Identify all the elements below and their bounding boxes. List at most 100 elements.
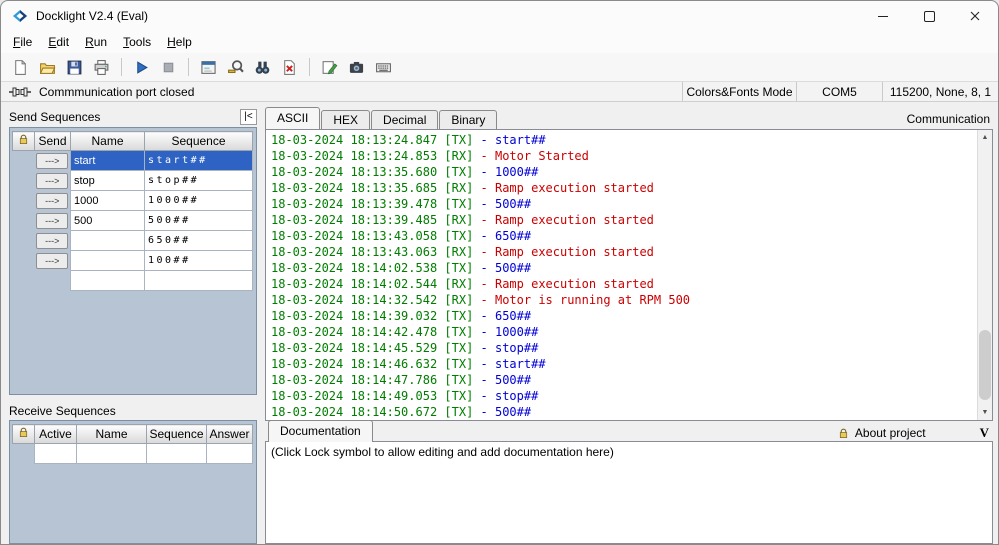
sequence-name-cell[interactable] (71, 251, 145, 271)
close-button[interactable] (952, 1, 998, 31)
minimize-button[interactable] (860, 1, 906, 31)
documentation-tab-row: Documentation About project V (265, 423, 993, 442)
sequence-value-cell[interactable]: stop## (145, 171, 253, 191)
lock-icon[interactable] (838, 428, 849, 439)
new-project-button[interactable] (8, 55, 33, 79)
send-sequence-button[interactable]: ---> (36, 193, 68, 209)
maximize-icon (924, 11, 935, 22)
sequence-name-cell[interactable]: stop (71, 171, 145, 191)
log-message: - Ramp execution started (481, 277, 654, 291)
column-header-answer: Answer (207, 425, 253, 444)
log-timestamp: 18-03-2024 18:14:02.538 [TX] (271, 261, 481, 275)
collapse-documentation-button[interactable]: V (980, 425, 989, 441)
log-message: - Ramp execution started (481, 213, 654, 227)
sequence-name-cell[interactable]: 500 (71, 211, 145, 231)
send-sequence-row: ---> 100## (13, 251, 253, 271)
log-message: - Motor Started (481, 149, 589, 163)
send-lock-header[interactable] (13, 132, 35, 151)
lock-icon (18, 134, 29, 148)
com-port-cell[interactable]: COM5 (796, 82, 882, 101)
sequence-value-cell[interactable] (147, 444, 207, 464)
tab-binary[interactable]: Binary (439, 110, 497, 129)
answer-cell[interactable] (207, 444, 253, 464)
scroll-down-icon[interactable]: ▼ (978, 405, 992, 420)
column-header-sequence: Sequence (147, 425, 207, 444)
send-sequences-table: Send Name Sequence --->startstart##--->s… (12, 131, 253, 291)
log-timestamp: 18-03-2024 18:14:42.478 [TX] (271, 325, 481, 339)
log-line: 18-03-2024 18:14:46.632 [TX] - start## (271, 356, 977, 372)
scrollbar-thumb[interactable] (979, 330, 991, 400)
tab-documentation[interactable]: Documentation (268, 420, 373, 442)
menu-run[interactable]: Run (77, 32, 115, 52)
send-sequence-button[interactable]: ---> (36, 253, 68, 269)
search-key-button[interactable] (223, 55, 248, 79)
about-project-label[interactable]: About project (855, 426, 926, 440)
tab-ascii[interactable]: ASCII (265, 107, 320, 129)
column-header-name: Name (77, 425, 147, 444)
receive-lock-header[interactable] (13, 425, 35, 444)
colors-fonts-mode-cell[interactable]: Colors&Fonts Mode (682, 82, 796, 101)
log-line: 18-03-2024 18:14:49.053 [TX] - stop## (271, 388, 977, 404)
close-icon (970, 11, 980, 21)
menu-edit[interactable]: Edit (40, 32, 77, 52)
receive-sequences-header-row: Active Name Sequence Answer (13, 425, 253, 444)
send-sequence-button[interactable]: ---> (36, 173, 68, 189)
tab-hex[interactable]: HEX (321, 110, 370, 129)
log-line: 18-03-2024 18:13:43.063 [RX] - Ramp exec… (271, 244, 977, 260)
tab-decimal[interactable]: Decimal (371, 110, 438, 129)
sequence-value-cell[interactable]: 1000## (145, 191, 253, 211)
scroll-up-icon[interactable]: ▲ (978, 130, 992, 145)
log-scrollbar[interactable]: ▲ ▼ (977, 130, 992, 420)
save-project-button[interactable] (62, 55, 87, 79)
start-communication-button[interactable] (129, 55, 154, 79)
collapse-send-sequences-button[interactable]: |< (240, 109, 257, 125)
open-project-button[interactable] (35, 55, 60, 79)
send-sequence-button[interactable]: ---> (36, 213, 68, 229)
sequence-name-cell[interactable]: start (71, 151, 145, 171)
menu-file[interactable]: File (5, 32, 40, 52)
active-cell[interactable] (35, 444, 77, 464)
log-line: 18-03-2024 18:14:50.672 [TX] - 500## (271, 404, 977, 420)
send-sequences-title: Send Sequences (9, 110, 100, 124)
edit-mode-button[interactable] (317, 55, 342, 79)
title-bar: Docklight V2.4 (Eval) (1, 1, 998, 31)
log-timestamp: 18-03-2024 18:14:46.632 [TX] (271, 357, 481, 371)
sequence-value-cell[interactable]: 100## (145, 251, 253, 271)
sequence-value-cell[interactable]: start## (145, 151, 253, 171)
sequence-value-cell[interactable]: 500## (145, 211, 253, 231)
project-settings-button[interactable] (196, 55, 221, 79)
send-button-cell: ---> (35, 151, 71, 171)
stop-communication-button[interactable] (156, 55, 181, 79)
log-message: - 500## (481, 261, 532, 275)
documentation-area[interactable]: (Click Lock symbol to allow editing and … (265, 441, 993, 544)
sequence-name-cell[interactable]: 1000 (71, 191, 145, 211)
connection-icon (9, 86, 31, 98)
maximize-button[interactable] (906, 1, 952, 31)
lock-spacer-cell (13, 211, 35, 231)
sequence-name-cell[interactable] (71, 231, 145, 251)
snapshot-button[interactable] (344, 55, 369, 79)
com-settings-cell[interactable]: 115200, None, 8, 1 (882, 82, 998, 101)
print-button[interactable] (89, 55, 114, 79)
find-button[interactable] (250, 55, 275, 79)
status-message: Commmunication port closed (39, 85, 194, 99)
lock-spacer-cell (13, 191, 35, 211)
keyboard-console-button[interactable] (371, 55, 396, 79)
send-sequence-button[interactable]: ---> (36, 153, 68, 169)
communication-tabs: ASCIIHEXDecimalBinary (265, 109, 498, 129)
menu-help[interactable]: Help (159, 32, 200, 52)
menu-tools[interactable]: Tools (115, 32, 159, 52)
send-sequence-button[interactable]: ---> (36, 233, 68, 249)
sequence-name-cell[interactable] (71, 271, 145, 291)
sequence-value-cell[interactable]: 650## (145, 231, 253, 251)
sequence-name-cell[interactable] (77, 444, 147, 464)
send-button-cell: ---> (35, 211, 71, 231)
start-communication-icon (133, 59, 150, 76)
communication-log[interactable]: 18-03-2024 18:13:24.847 [TX] - start##18… (265, 129, 993, 421)
log-line: 18-03-2024 18:13:35.685 [RX] - Ramp exec… (271, 180, 977, 196)
clear-communication-button[interactable] (277, 55, 302, 79)
log-line: 18-03-2024 18:13:24.853 [RX] - Motor Sta… (271, 148, 977, 164)
documentation-placeholder: (Click Lock symbol to allow editing and … (271, 445, 614, 459)
lock-spacer-cell (13, 151, 35, 171)
sequence-value-cell[interactable] (145, 271, 253, 291)
